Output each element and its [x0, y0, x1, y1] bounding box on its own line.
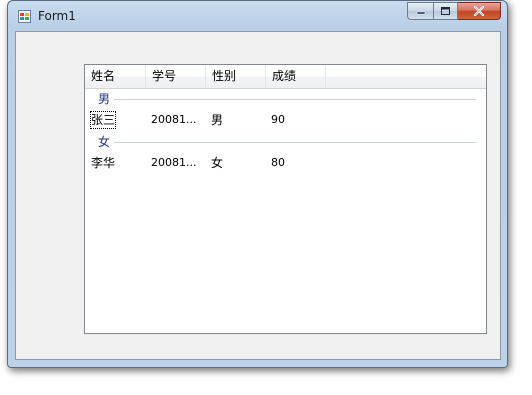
column-header-name[interactable]: 姓名: [85, 65, 146, 88]
minimize-icon: [416, 11, 425, 15]
group-label-male: 男: [98, 92, 111, 106]
cell-name: 李华: [91, 156, 116, 170]
group-label-female: 女: [98, 135, 111, 149]
desktop: Form1 姓名 学号 性别 成绩 男 张三 20081... 男 90 女 李…: [0, 0, 532, 395]
cell-student-id: 20081...: [151, 113, 197, 126]
group-divider: [114, 99, 476, 100]
cell-gender: 男: [211, 113, 224, 127]
form-app-icon: [18, 10, 31, 23]
cell-score: 80: [271, 156, 285, 169]
group-divider: [114, 142, 476, 143]
listview-column-header: 姓名 学号 性别 成绩: [85, 65, 486, 89]
maximize-icon: [441, 7, 450, 15]
cell-name: 张三: [90, 111, 117, 129]
cell-student-id: 20081...: [151, 156, 197, 169]
list-item[interactable]: 李华 20081... 女 80: [85, 154, 486, 172]
student-listview[interactable]: 姓名 学号 性别 成绩 男 张三 20081... 男 90 女 李华 2008…: [84, 64, 487, 334]
group-header-male[interactable]: 男: [85, 90, 486, 108]
column-header-gender[interactable]: 性别: [206, 65, 266, 88]
close-button[interactable]: [458, 2, 501, 20]
caption-buttons: [407, 2, 501, 21]
list-item[interactable]: 张三 20081... 男 90: [85, 111, 486, 129]
column-header-student-id[interactable]: 学号: [146, 65, 206, 88]
group-header-female[interactable]: 女: [85, 133, 486, 151]
form-window: Form1 姓名 学号 性别 成绩 男 张三 20081... 男 90 女 李…: [7, 0, 508, 368]
maximize-button[interactable]: [433, 2, 458, 20]
window-title: Form1: [38, 9, 76, 23]
title-bar[interactable]: Form1: [8, 1, 507, 31]
minimize-button[interactable]: [407, 2, 433, 20]
close-icon: [473, 6, 485, 16]
cell-gender: 女: [211, 156, 224, 170]
form-client-area: 姓名 学号 性别 成绩 男 张三 20081... 男 90 女 李华 2008…: [15, 31, 501, 360]
cell-score: 90: [271, 113, 285, 126]
column-header-score[interactable]: 成绩: [266, 65, 326, 88]
